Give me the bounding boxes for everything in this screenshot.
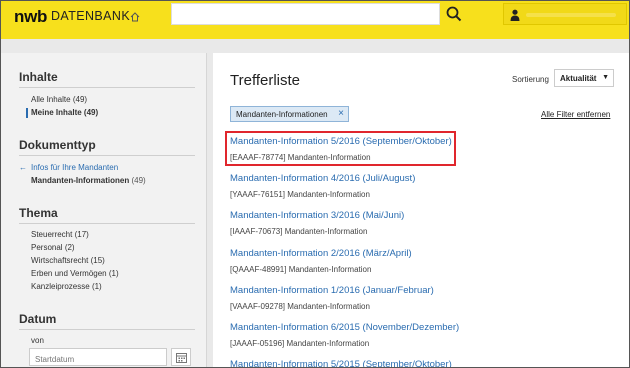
result-title[interactable]: Mandanten-Information 5/2015 (September/…	[230, 359, 610, 367]
filter-chip-label: Mandanten-Informationen	[236, 110, 328, 119]
filter-label: Alle Inhalte	[31, 95, 71, 104]
inhalte-title: Inhalte	[19, 70, 58, 84]
filter-meine-inhalte[interactable]: Meine Inhalte (49)	[31, 108, 98, 117]
result-item: Mandanten-Information 5/2015 (September/…	[230, 359, 610, 367]
datum-title: Datum	[19, 312, 57, 326]
filter-count: (49)	[83, 108, 99, 117]
link-infos-mandanten[interactable]: Infos für Ihre Mandanten	[31, 163, 118, 172]
calendar-icon	[175, 352, 187, 363]
filter-count: (49)	[131, 176, 146, 185]
divider	[19, 329, 195, 330]
result-meta: [IAAAF-70673] Mandanten-Information	[230, 227, 368, 236]
filter-count: (1)	[91, 282, 102, 291]
chevron-down-icon: ▼	[602, 74, 609, 81]
user-name-blurred	[526, 13, 616, 17]
result-title[interactable]: Mandanten-Information 6/2015 (November/D…	[230, 322, 610, 333]
result-item: Mandanten-Information 2/2016 (März/April…	[230, 248, 610, 274]
result-item: Mandanten-Information 3/2016 (Mai/Juni) …	[230, 210, 610, 236]
result-title[interactable]: Mandanten-Information 1/2016 (Januar/Feb…	[230, 285, 610, 296]
filter-label: Erben und Vermögen	[31, 269, 107, 278]
divider	[19, 87, 195, 88]
result-item: Mandanten-Information 5/2016 (September/…	[230, 136, 610, 162]
clear-filters-link[interactable]: Alle Filter entfernen	[541, 110, 610, 119]
search-input[interactable]	[171, 3, 440, 25]
home-icon[interactable]	[130, 12, 140, 22]
filter-label: Personal	[31, 243, 63, 252]
result-meta: [JAAAF-05196] Mandanten-Information	[230, 339, 370, 348]
filter-count: (49)	[72, 95, 88, 104]
result-title[interactable]: Mandanten-Information 2/2016 (März/April…	[230, 248, 610, 259]
result-item: Mandanten-Information 6/2015 (November/D…	[230, 322, 610, 348]
divider	[19, 223, 195, 224]
result-title[interactable]: Mandanten-Information 4/2016 (Juli/Augus…	[230, 173, 610, 184]
filter-thema-personal[interactable]: Personal (2)	[31, 243, 75, 252]
filter-thema-steuerrecht[interactable]: Steuerrecht (17)	[31, 230, 89, 239]
result-title[interactable]: Mandanten-Information 5/2016 (September/…	[230, 136, 610, 147]
user-icon	[510, 9, 520, 21]
filter-mandanten-informationen[interactable]: Mandanten-Informationen (49)	[31, 176, 146, 185]
filter-label: Mandanten-Informationen	[31, 176, 130, 185]
result-meta: [VAAAF-09278] Mandanten-Information	[230, 302, 370, 311]
filter-alle-inhalte[interactable]: Alle Inhalte (49)	[31, 95, 87, 104]
sort-label: Sortierung	[512, 75, 549, 84]
filter-count: (17)	[74, 230, 89, 239]
result-item: Mandanten-Information 4/2016 (Juli/Augus…	[230, 173, 610, 199]
search-button[interactable]	[441, 3, 466, 25]
von-label: von	[31, 336, 44, 345]
result-meta: [YAAAF-76151] Mandanten-Information	[230, 190, 370, 199]
active-indicator	[26, 108, 28, 118]
filter-thema-erben[interactable]: Erben und Vermögen (1)	[31, 269, 119, 278]
start-date-input[interactable]	[29, 348, 167, 366]
logo-subtitle[interactable]: DATENBANK	[51, 9, 130, 23]
calendar-button[interactable]	[171, 348, 191, 366]
app-frame: nwb DATENBANK Inhalte Alle Inhalte (49) …	[0, 0, 630, 368]
top-bar: nwb DATENBANK	[1, 1, 629, 39]
filter-thema-kanzleiprozesse[interactable]: Kanzleiprozesse (1)	[31, 282, 102, 291]
nwb-logo[interactable]: nwb	[14, 7, 47, 27]
filter-sidebar: Inhalte Alle Inhalte (49) Meine Inhalte …	[1, 53, 207, 367]
user-menu[interactable]	[503, 3, 627, 25]
thema-title: Thema	[19, 206, 58, 220]
filter-label: Kanzleiprozesse	[31, 282, 90, 291]
filter-label: Wirtschaftsrecht	[31, 256, 89, 265]
dokumenttyp-title: Dokumenttyp	[19, 138, 96, 152]
results-panel: Trefferliste Sortierung Aktualität ▼ Man…	[213, 53, 629, 367]
filter-label: Steuerrecht	[31, 230, 73, 239]
sort-select[interactable]: Aktualität ▼	[554, 69, 614, 87]
close-icon[interactable]: ×	[338, 108, 344, 119]
sort-value: Aktualität	[560, 74, 597, 83]
back-arrow-icon: ←	[19, 163, 27, 172]
result-title[interactable]: Mandanten-Information 3/2016 (Mai/Juni)	[230, 210, 610, 221]
filter-thema-wirtschaftsrecht[interactable]: Wirtschaftsrecht (15)	[31, 256, 105, 265]
filter-count: (1)	[108, 269, 119, 278]
divider	[19, 155, 195, 156]
filter-count: (15)	[90, 256, 105, 265]
result-item: Mandanten-Information 1/2016 (Januar/Feb…	[230, 285, 610, 311]
result-meta: [QAAAF-48991] Mandanten-Information	[230, 265, 372, 274]
filter-label: Meine Inhalte	[31, 108, 82, 117]
filter-count: (2)	[64, 243, 75, 252]
active-filter-chip[interactable]: Mandanten-Informationen ×	[230, 106, 349, 122]
result-meta: [EAAAF-78774] Mandanten-Information	[230, 153, 371, 162]
search-icon	[446, 6, 461, 22]
page-title: Trefferliste	[230, 72, 301, 89]
